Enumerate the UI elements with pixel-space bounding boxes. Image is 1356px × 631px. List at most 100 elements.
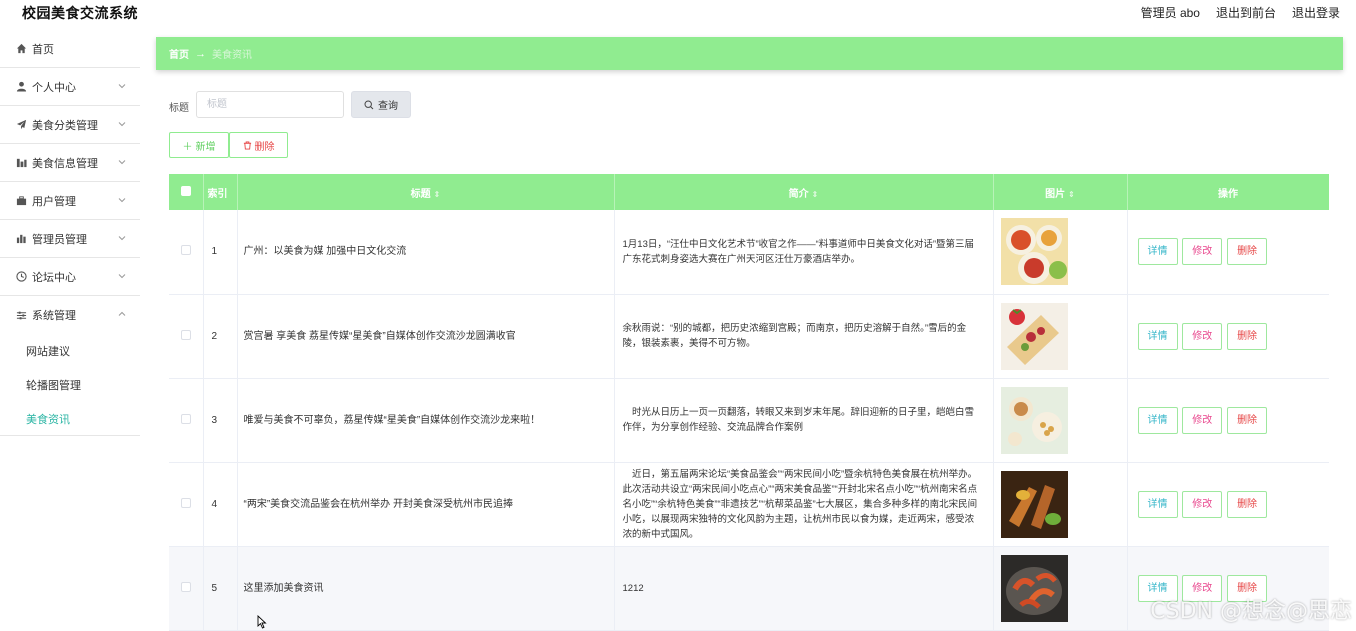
- food-thumbnail: [1000, 470, 1068, 538]
- sidebar-item-food-info[interactable]: 美食信息管理: [0, 144, 140, 182]
- chevron-down-icon: [118, 84, 126, 89]
- logout-link[interactable]: 退出登录: [1292, 4, 1340, 21]
- column-header-title[interactable]: 标题 ⇕: [237, 174, 615, 210]
- user-icon: [15, 81, 27, 93]
- row-image-cell: [993, 378, 1128, 463]
- row-index: 3: [203, 378, 238, 463]
- home-icon: [15, 43, 27, 55]
- sidebar-item-label: 美食分类管理: [32, 119, 98, 132]
- detail-button[interactable]: 详情: [1137, 406, 1178, 434]
- column-header-intro-label: 简介: [788, 188, 809, 200]
- search-button[interactable]: 查询: [351, 91, 411, 118]
- row-image-cell: [993, 294, 1128, 379]
- table-row: 3 唯爱与美食不可辜负，荔星传媒“星美食”自媒体创作交流沙龙来啦！ 时光从日历上…: [169, 378, 1329, 463]
- trash-icon: [243, 140, 251, 150]
- delete-button-label: 删除: [254, 141, 275, 153]
- sidebar-item-system[interactable]: 系统管理: [0, 296, 140, 334]
- sidebar-subitem-carousel[interactable]: 轮播图管理: [0, 368, 140, 402]
- table-row: 2 赏宫暑 享美食 荔星传媒“星美食”自媒体创作交流沙龙圆满收官 余秋雨说：“别…: [169, 294, 1329, 379]
- row-intro: 近日，第五届两宋论坛“美食品鉴会”“两宋民间小吃”暨余杭特色美食展在杭州举办。此…: [614, 462, 994, 547]
- row-intro: 1212: [614, 546, 994, 631]
- row-checkbox[interactable]: [180, 581, 191, 592]
- sort-icon[interactable]: ⇕: [812, 190, 819, 199]
- search-icon: [364, 99, 374, 109]
- table-row: 4 “两宋”美食交流品鉴会在杭州举办 开封美食深受杭州市民追捧 近日，第五届两宋…: [169, 462, 1329, 547]
- food-thumbnail: [1000, 218, 1068, 286]
- row-checkbox[interactable]: [180, 413, 191, 424]
- sort-icon[interactable]: ⇕: [434, 190, 441, 199]
- sidebar-item-label: 美食信息管理: [32, 157, 98, 170]
- news-table: 索引 标题 ⇕ 简介 ⇕ 图片 ⇕ 操作 1 广州：以美食为媒 加强中日文化交流 1月…: [169, 174, 1329, 631]
- sidebar-item-home[interactable]: 首页: [0, 30, 140, 68]
- search-label: 标题: [169, 103, 189, 114]
- chevron-down-icon: [118, 274, 126, 279]
- sidebar-item-label: 系统管理: [32, 310, 76, 322]
- row-checkbox[interactable]: [180, 497, 191, 508]
- column-chart-icon: [15, 233, 27, 245]
- exit-to-front-link[interactable]: 退出到前台: [1216, 4, 1276, 21]
- add-button[interactable]: ＋ 新增: [169, 132, 229, 158]
- mouse-cursor-icon: [257, 615, 267, 629]
- edit-button[interactable]: 修改: [1182, 322, 1223, 350]
- app-title: 校园美食交流系统: [22, 5, 138, 21]
- sidebar-item-users[interactable]: 用户管理: [0, 182, 140, 220]
- row-checkbox[interactable]: [180, 329, 191, 340]
- sidebar-item-forum[interactable]: 论坛中心: [0, 258, 140, 296]
- sidebar-item-label: 管理员管理: [32, 233, 87, 246]
- row-image-cell: [993, 462, 1128, 547]
- select-all-checkbox[interactable]: [180, 185, 191, 196]
- row-title: 广州：以美食为媒 加强中日文化交流: [237, 210, 615, 295]
- sidebar-subitem-suggestions[interactable]: 网站建议: [0, 334, 140, 368]
- table-header-row: 索引 标题 ⇕ 简介 ⇕ 图片 ⇕ 操作: [169, 174, 1329, 210]
- batch-delete-button[interactable]: 删除: [229, 132, 288, 158]
- breadcrumb-separator: →: [195, 47, 206, 60]
- sidebar-item-admins[interactable]: 管理员管理: [0, 220, 140, 258]
- table-row: 1 广州：以美食为媒 加强中日文化交流 1月13日，“汪仕中日文化艺术节”收官之…: [169, 210, 1329, 295]
- detail-button[interactable]: 详情: [1137, 238, 1178, 266]
- column-header-intro[interactable]: 简介 ⇕: [614, 174, 994, 210]
- watermark: CSDN @想念@思恋: [1150, 599, 1352, 624]
- row-index: 5: [203, 546, 238, 631]
- delete-button[interactable]: 删除: [1227, 322, 1268, 350]
- sort-icon[interactable]: ⇕: [1068, 190, 1075, 199]
- row-index: 1: [203, 210, 238, 295]
- delete-button[interactable]: 删除: [1227, 490, 1268, 518]
- detail-button[interactable]: 详情: [1137, 490, 1178, 518]
- row-index: 4: [203, 462, 238, 547]
- breadcrumb: 首页 → 美食资讯: [156, 37, 1343, 70]
- row-actions: 详情 修改 删除: [1127, 294, 1329, 379]
- column-header-image[interactable]: 图片 ⇕: [993, 174, 1128, 210]
- search-button-label: 查询: [378, 101, 398, 112]
- chevron-down-icon: [118, 160, 126, 165]
- row-intro: 时光从日历上一页一页翻落，转眼又来到岁末年尾。辞旧迎新的日子里，皑皑白雪作伴，为…: [614, 378, 994, 463]
- column-header-image-label: 图片: [1045, 188, 1066, 200]
- sidebar-item-personal-center[interactable]: 个人中心: [0, 68, 140, 106]
- row-image-cell: [993, 210, 1128, 295]
- sidebar: 首页 个人中心 美食分类管理 美食信息管理 用户管理 管理员管理 论坛中心 系统…: [0, 30, 140, 631]
- detail-button[interactable]: 详情: [1137, 322, 1178, 350]
- row-image-cell: [993, 546, 1128, 631]
- paper-plane-icon: [15, 119, 27, 131]
- row-select-cell: [169, 294, 204, 379]
- delete-button[interactable]: 删除: [1227, 406, 1268, 434]
- row-title: 这里添加美食资讯: [237, 546, 615, 631]
- edit-button[interactable]: 修改: [1182, 238, 1223, 266]
- sidebar-subitem-food-news[interactable]: 美食资讯: [0, 402, 140, 436]
- edit-button[interactable]: 修改: [1182, 406, 1223, 434]
- column-header-ops: 操作: [1127, 174, 1329, 210]
- edit-button[interactable]: 修改: [1182, 490, 1223, 518]
- chevron-down-icon: [118, 122, 126, 127]
- row-checkbox[interactable]: [180, 245, 191, 256]
- select-all-header[interactable]: [169, 174, 204, 210]
- sidebar-item-category[interactable]: 美食分类管理: [0, 106, 140, 144]
- sidebar-item-label: 论坛中心: [32, 271, 76, 284]
- breadcrumb-home[interactable]: 首页: [169, 46, 189, 61]
- sliders-icon: [15, 309, 27, 321]
- delete-button[interactable]: 删除: [1227, 238, 1268, 266]
- food-thumbnail: [1000, 386, 1068, 454]
- breadcrumb-current: 美食资讯: [212, 50, 252, 61]
- plus-icon: ＋: [182, 141, 193, 153]
- row-select-cell: [169, 462, 204, 547]
- title-search-input[interactable]: [196, 91, 344, 118]
- row-select-cell: [169, 210, 204, 295]
